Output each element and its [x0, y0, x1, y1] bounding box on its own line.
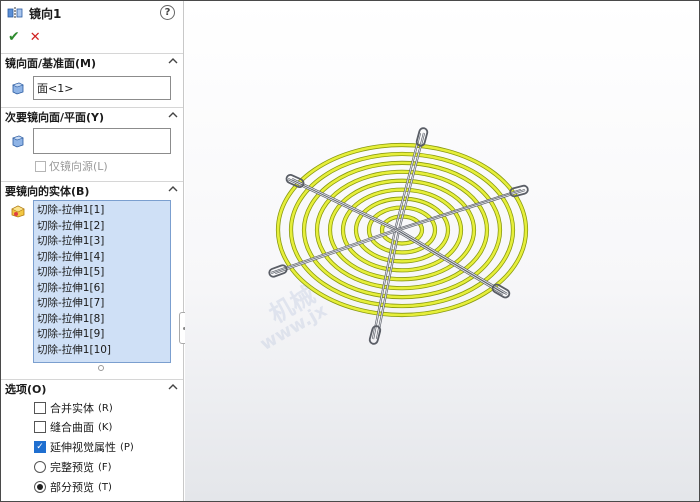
bodies-heading: 要镜向的实体(B) [5, 185, 90, 198]
face-selection-icon [12, 82, 24, 95]
list-item[interactable]: 切除-拉伸1[1] [37, 203, 170, 219]
merge-solids-checkbox[interactable]: 合并实体 (R) [34, 400, 113, 416]
list-item[interactable]: 切除-拉伸1[9] [37, 327, 170, 343]
options-heading: 选项(O) [5, 383, 47, 396]
partial-preview-hotkey: (T) [98, 481, 112, 493]
mirror-source-only-label: 仅镜向源(L) [49, 160, 108, 173]
knit-surfaces-label: 缝合曲面 [50, 421, 94, 434]
mirror-source-only-checkbox[interactable]: 仅镜向源(L) [35, 158, 108, 174]
mirror-face-field[interactable]: 面<1> [33, 76, 171, 100]
title-bar: 镜向1 [1, 1, 183, 25]
list-item[interactable]: 切除-拉伸1[10] [37, 343, 170, 359]
mirror-face-heading: 镜向面/基准面(M) [5, 57, 97, 70]
solid-body-icon [11, 205, 25, 218]
chevron-up-icon[interactable] [168, 110, 178, 120]
radio-button-selected [34, 481, 46, 493]
list-item[interactable]: 切除-拉伸1[8] [37, 312, 170, 328]
property-manager: 镜向1 ? ✔ ✕ 镜向面/基准面(M) 面<1> 次要镜向面/平面(Y) 仅镜… [1, 1, 184, 501]
propagate-visual-hotkey: (P) [120, 441, 134, 453]
checkbox-box [34, 402, 46, 414]
chevron-up-icon[interactable] [168, 184, 178, 194]
checkbox-box [34, 421, 46, 433]
chevron-up-icon[interactable] [168, 382, 178, 392]
checkmark-icon: ✓ [34, 441, 46, 453]
fan-guard-model[interactable] [185, 1, 699, 501]
action-row: ✔ ✕ [1, 25, 183, 49]
mirror-feature-icon [7, 7, 23, 19]
list-item[interactable]: 切除-拉伸1[7] [37, 296, 170, 312]
propagate-visual-checkbox[interactable]: ✓ 延伸视觉属性 (P) [34, 439, 134, 455]
list-item[interactable]: 切除-拉伸1[5] [37, 265, 170, 281]
list-item[interactable]: 切除-拉伸1[2] [37, 219, 170, 235]
help-icon[interactable]: ? [160, 5, 175, 20]
full-preview-radio[interactable]: 完整预览 (F) [34, 459, 112, 475]
partial-preview-radio[interactable]: 部分预览 (T) [34, 479, 112, 495]
propagate-visual-label: 延伸视觉属性 [50, 441, 116, 454]
graphics-viewport[interactable]: 机械 www.jx [185, 1, 699, 501]
knit-surfaces-checkbox[interactable]: 缝合曲面 (K) [34, 419, 112, 435]
chevron-up-icon[interactable] [168, 56, 178, 66]
full-preview-hotkey: (F) [98, 461, 112, 473]
partial-preview-label: 部分预览 [50, 481, 94, 494]
feature-title: 镜向1 [29, 6, 62, 21]
full-preview-label: 完整预览 [50, 461, 94, 474]
cancel-button[interactable]: ✕ [30, 30, 41, 45]
face-selection-icon [12, 135, 24, 148]
secondary-face-heading: 次要镜向面/平面(Y) [5, 111, 105, 124]
checkbox-box [35, 160, 46, 172]
knit-surfaces-hotkey: (K) [98, 421, 113, 433]
list-item[interactable]: 切除-拉伸1[4] [37, 250, 170, 266]
ok-button[interactable]: ✔ [8, 29, 20, 45]
merge-solids-hotkey: (R) [98, 402, 113, 414]
list-item[interactable]: 切除-拉伸1[3] [37, 234, 170, 250]
bodies-list[interactable]: 切除-拉伸1[1] 切除-拉伸1[2] 切除-拉伸1[3] 切除-拉伸1[4] … [33, 200, 171, 363]
radio-button [34, 461, 46, 473]
list-resize-handle[interactable] [98, 365, 104, 371]
merge-solids-label: 合并实体 [50, 402, 94, 415]
secondary-face-field[interactable] [33, 128, 171, 154]
list-item[interactable]: 切除-拉伸1[6] [37, 281, 170, 297]
